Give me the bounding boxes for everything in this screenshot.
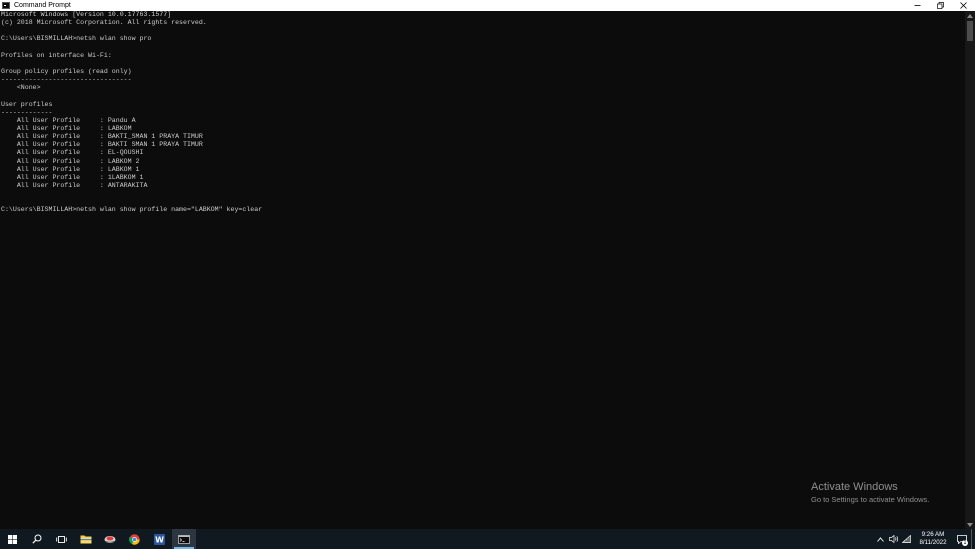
- task-view-icon: [55, 535, 67, 543]
- window-title: Command Prompt: [14, 2, 71, 9]
- start-button[interactable]: [0, 529, 25, 549]
- console-output[interactable]: Microsoft Windows [Version 10.0.17763.15…: [0, 11, 965, 529]
- console-line: C:\Users\BISMILLAH>netsh wlan show profi…: [1, 206, 263, 214]
- vertical-scrollbar[interactable]: [965, 11, 975, 529]
- console-line: All User Profile : EL-QOUSHI: [1, 149, 144, 157]
- close-button[interactable]: [952, 0, 975, 11]
- console-line: Microsoft Windows [Version 10.0.17763.15…: [1, 11, 172, 18]
- task-view-button[interactable]: [49, 529, 74, 549]
- console-line: Profiles on interface Wi-Fi:: [1, 51, 112, 59]
- clock[interactable]: 9:26 AM 8/11/2022: [915, 531, 951, 547]
- cmd-icon: [177, 534, 190, 544]
- console-line: All User Profile : LABKOM 2: [1, 157, 140, 165]
- watermark-subtitle: Go to Settings to activate Windows.: [811, 495, 930, 504]
- console-line: C:\Users\BISMILLAH>netsh wlan show pro: [1, 35, 152, 43]
- svg-text:W: W: [155, 535, 164, 544]
- console-line: -------------: [1, 108, 53, 116]
- chrome-button[interactable]: [123, 529, 148, 549]
- volume-button[interactable]: [887, 529, 900, 549]
- app-icon: [104, 536, 116, 543]
- clock-date: 8/11/2022: [919, 539, 947, 546]
- console-line: Group policy profiles (read only): [1, 67, 132, 75]
- watermark-title: Activate Windows: [811, 481, 898, 493]
- volume-icon: [888, 535, 898, 543]
- restore-icon: [937, 2, 944, 9]
- window-controls: [906, 0, 975, 11]
- console-line: All User Profile : Pandu A: [1, 116, 136, 124]
- folder-icon: [80, 535, 92, 544]
- file-explorer-button[interactable]: [74, 529, 99, 549]
- console-line: (c) 2018 Microsoft Corporation. All righ…: [1, 19, 207, 27]
- minimize-icon: [914, 5, 921, 6]
- console-line: ---------------------------------: [1, 76, 132, 84]
- scroll-down-button[interactable]: [965, 520, 975, 529]
- command-prompt-taskbar-button[interactable]: [171, 529, 196, 549]
- app-button[interactable]: [98, 529, 123, 549]
- scroll-thumb[interactable]: [967, 21, 973, 41]
- search-button[interactable]: [25, 529, 50, 549]
- notification-count-badge: 1: [962, 540, 968, 546]
- system-tray: 9:26 AM 8/11/2022 1: [874, 529, 975, 549]
- scroll-down-arrow-icon: [967, 522, 973, 527]
- action-center-button[interactable]: 1: [953, 529, 971, 549]
- wifi-icon: [902, 535, 911, 543]
- console-line: User profiles: [1, 100, 53, 108]
- console-line: All User Profile : BAKTI_SMAN 1 PRAYA TI…: [1, 133, 203, 141]
- search-icon: [32, 534, 42, 544]
- chevron-up-icon: [877, 536, 884, 542]
- network-button[interactable]: [900, 529, 913, 549]
- activate-windows-watermark: Activate Windows Go to Settings to activ…: [811, 481, 929, 505]
- console-line: All User Profile : BAKTI SMAN 1 PRAYA TI…: [1, 141, 203, 149]
- word-icon: W: [153, 533, 165, 545]
- close-icon: [960, 2, 967, 9]
- console-line: All User Profile : LABKOM: [1, 124, 132, 132]
- clock-time: 9:26 AM: [921, 531, 945, 538]
- cmd-icon: [2, 2, 10, 9]
- windows-logo-icon: [7, 534, 17, 544]
- scroll-up-arrow-icon: [967, 13, 973, 18]
- console-line: All User Profile : ANTARAKITA: [1, 181, 148, 189]
- console-line: <None>: [1, 84, 41, 92]
- scroll-up-button[interactable]: [965, 11, 975, 20]
- chrome-icon: [129, 533, 140, 545]
- word-button[interactable]: W: [147, 529, 172, 549]
- show-hidden-icons-button[interactable]: [874, 529, 887, 549]
- console-line: All User Profile : LABKOM 1: [1, 165, 140, 173]
- console-line: All User Profile : 1LABKOM 1: [1, 173, 144, 181]
- restore-button[interactable]: [929, 0, 952, 11]
- title-bar[interactable]: Command Prompt: [0, 0, 975, 11]
- show-desktop-button[interactable]: [971, 529, 975, 549]
- minimize-button[interactable]: [906, 0, 929, 11]
- taskbar: W 9:26 AM 8/11/2022 1: [0, 529, 975, 549]
